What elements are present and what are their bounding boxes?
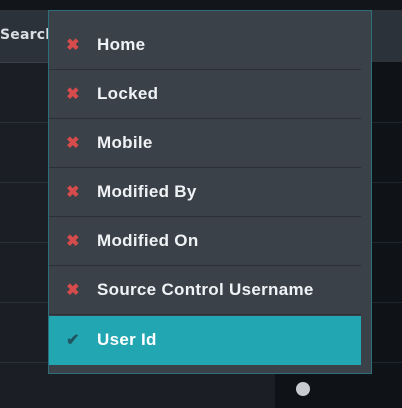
menu-item-label: Locked	[97, 84, 159, 103]
close-icon: ✖	[66, 282, 80, 299]
menu-item-modified-on[interactable]: ✖ Modified On	[49, 217, 361, 266]
menu-item-user-id[interactable]: ✔ User Id	[49, 316, 361, 365]
menu-item-source-control-username[interactable]: ✖ Source Control Username	[49, 266, 361, 315]
menu-item-home[interactable]: ✖ Home	[49, 21, 361, 70]
menu-item-label: User Id	[97, 330, 157, 349]
top-bar	[0, 0, 402, 10]
status-dot	[296, 382, 310, 396]
close-icon: ✖	[66, 184, 80, 201]
close-icon: ✖	[66, 86, 80, 103]
menu-item-label: Source Control Username	[97, 280, 314, 299]
menu-item-label: Modified By	[97, 182, 197, 201]
menu-item-label: Modified On	[97, 231, 199, 250]
menu-item-locked[interactable]: ✖ Locked	[49, 70, 361, 119]
menu-item-modified-by[interactable]: ✖ Modified By	[49, 168, 361, 217]
close-icon: ✖	[66, 233, 80, 250]
menu-item-mobile[interactable]: ✖ Mobile	[49, 119, 361, 168]
close-icon: ✖	[66, 135, 80, 152]
menu-item-label: Home	[97, 35, 146, 54]
check-icon: ✔	[66, 332, 80, 349]
close-icon: ✖	[66, 37, 80, 54]
menu-item-label: Mobile	[97, 133, 153, 152]
column-chooser-menu: ✖ Home ✖ Locked ✖ Mobile ✖ Modified By ✖…	[48, 10, 372, 374]
